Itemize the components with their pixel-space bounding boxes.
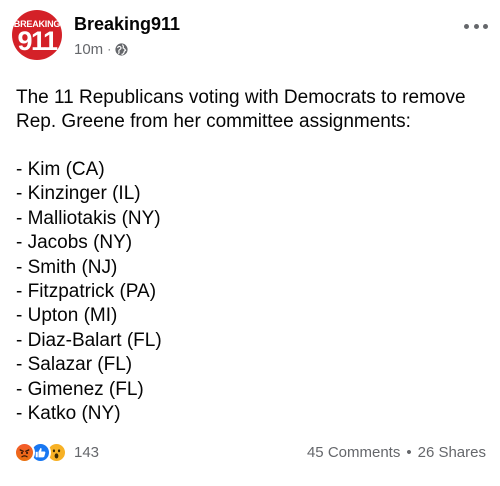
list-item: - Kinzinger (IL) bbox=[16, 183, 141, 205]
globe-icon[interactable] bbox=[115, 42, 128, 56]
list-item: - Fitzpatrick (PA) bbox=[16, 280, 157, 302]
stats-separator: • bbox=[406, 443, 412, 461]
list-item: - Kim (CA) bbox=[16, 159, 105, 180]
list-item: - Salazar (FL) bbox=[16, 354, 133, 376]
reaction-count[interactable]: 143 bbox=[74, 444, 99, 461]
angry-reaction-icon bbox=[14, 441, 35, 463]
list-item: - Smith (NJ) bbox=[16, 256, 118, 278]
list-item: - Malliotakis (NY) bbox=[16, 207, 161, 229]
more-options-icon[interactable] bbox=[464, 18, 488, 34]
engagement-stats: 45 Comments • 26 Shares bbox=[307, 444, 486, 461]
comments-count[interactable]: 45 Comments bbox=[307, 444, 400, 461]
list-item: - Diaz-Balart (FL) bbox=[16, 329, 162, 351]
post-header: BREAKING 911 Breaking911 10m · bbox=[12, 8, 488, 66]
timestamp[interactable]: 10m bbox=[74, 41, 103, 58]
reactions-summary[interactable]: 143 bbox=[14, 441, 99, 463]
list-item: - Upton (MI) bbox=[16, 305, 118, 327]
shares-count[interactable]: 26 Shares bbox=[418, 444, 486, 461]
post-footer: 143 45 Comments • 26 Shares bbox=[14, 440, 486, 464]
more-dot bbox=[483, 23, 488, 29]
post-meta: 10m · bbox=[74, 40, 128, 58]
post-text: The 11 Republicans voting with Democrats… bbox=[16, 86, 486, 426]
avatar-logo-main: 911 bbox=[17, 26, 58, 56]
avatar[interactable]: BREAKING 911 bbox=[12, 10, 62, 60]
post-card: BREAKING 911 Breaking911 10m · The 11 Re… bbox=[0, 0, 500, 486]
more-dot bbox=[473, 23, 479, 29]
list-item: - Jacobs (NY) bbox=[16, 232, 133, 254]
post-intro: The 11 Republicans voting with Democrats… bbox=[16, 87, 466, 132]
list-item: - Gimenez (FL) bbox=[16, 378, 144, 400]
author-name[interactable]: Breaking911 bbox=[74, 14, 180, 35]
meta-separator: · bbox=[107, 42, 112, 56]
list-item: - Katko (NY) bbox=[16, 402, 121, 424]
more-dot bbox=[464, 23, 469, 29]
